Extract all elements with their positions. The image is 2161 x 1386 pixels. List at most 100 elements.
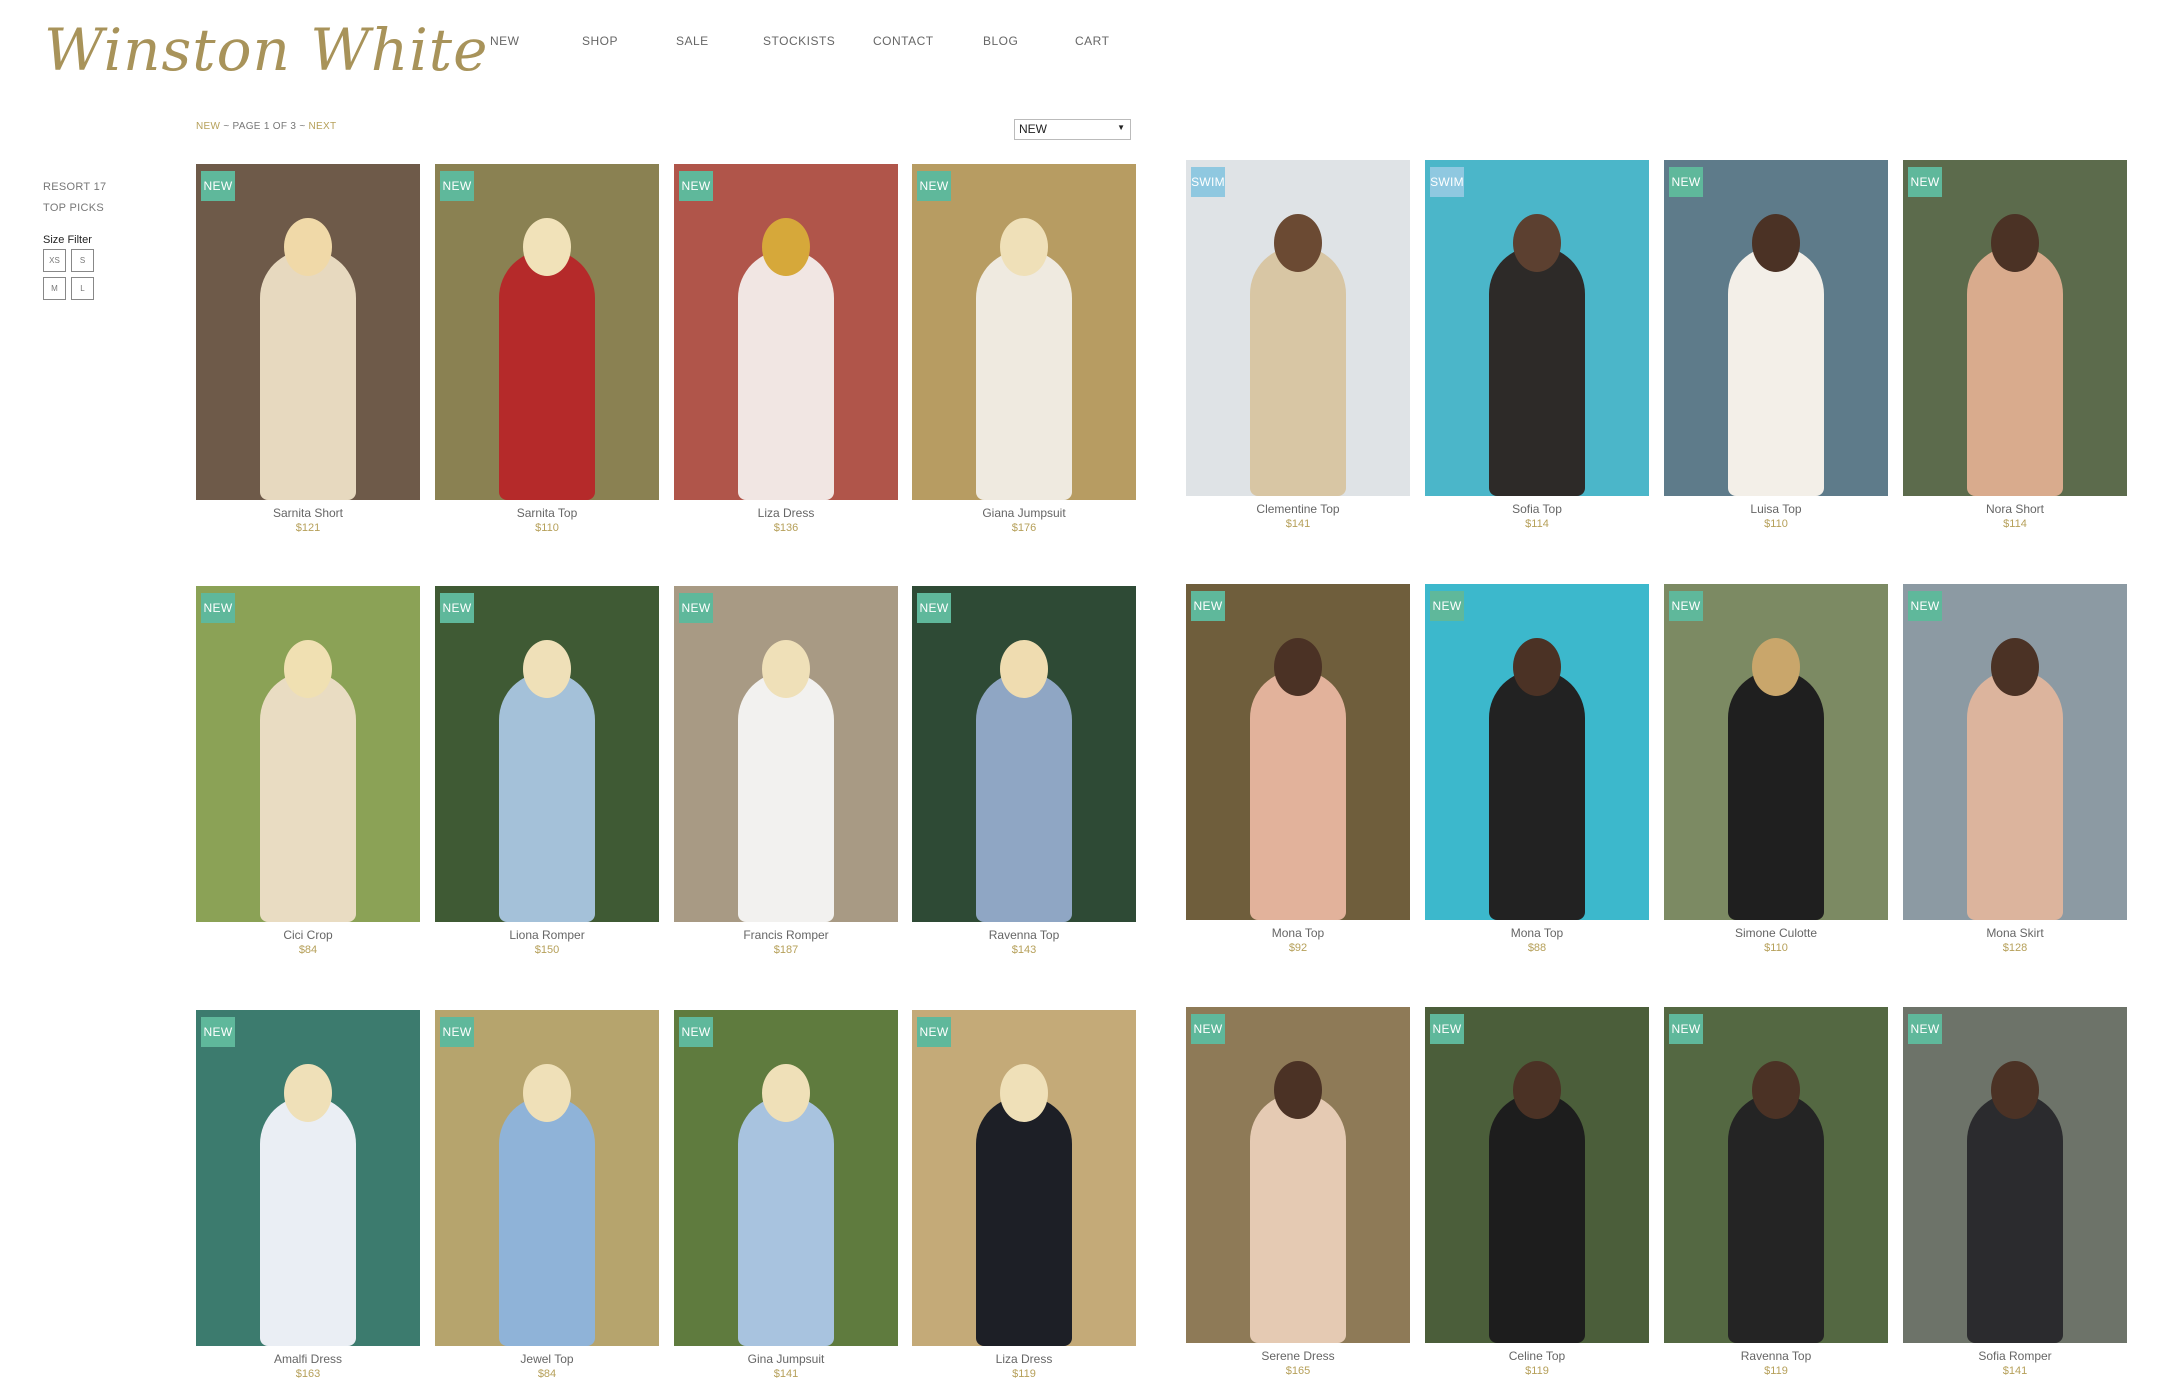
product-image-figure bbox=[976, 1096, 1072, 1346]
product-name[interactable]: Giana Jumpsuit bbox=[912, 506, 1136, 520]
product-card[interactable]: NEW Serene Dress $165 bbox=[1186, 1007, 1410, 1377]
sort-select[interactable]: NEW ▼ bbox=[1014, 119, 1131, 140]
product-image[interactable]: NEW bbox=[196, 1010, 420, 1346]
product-card[interactable]: NEW Ravenna Top $119 bbox=[1664, 1007, 1888, 1377]
product-image[interactable]: NEW bbox=[674, 586, 898, 922]
product-image[interactable]: NEW bbox=[435, 586, 659, 922]
product-image[interactable]: NEW bbox=[1186, 584, 1410, 920]
product-name[interactable]: Liza Dress bbox=[674, 506, 898, 520]
product-name[interactable]: Sofia Top bbox=[1425, 502, 1649, 516]
product-card[interactable]: NEW Mona Top $88 bbox=[1425, 584, 1649, 954]
product-card[interactable]: NEW Celine Top $119 bbox=[1425, 1007, 1649, 1377]
size-option-l[interactable]: L bbox=[71, 277, 94, 300]
product-card[interactable]: NEW Giana Jumpsuit $176 bbox=[912, 164, 1136, 534]
product-image[interactable]: SWIM bbox=[1425, 160, 1649, 496]
product-card[interactable]: NEW Mona Top $92 bbox=[1186, 584, 1410, 954]
nav-shop[interactable]: SHOP bbox=[582, 34, 618, 48]
product-card[interactable]: SWIM Sofia Top $114 bbox=[1425, 160, 1649, 530]
product-image-figure bbox=[260, 1096, 356, 1346]
product-price: $141 bbox=[1285, 518, 1311, 530]
product-image[interactable]: NEW bbox=[674, 164, 898, 500]
nav-cart[interactable]: CART bbox=[1075, 34, 1109, 48]
product-image[interactable]: SWIM bbox=[1186, 160, 1410, 496]
product-image[interactable]: NEW bbox=[1664, 160, 1888, 496]
nav-blog[interactable]: BLOG bbox=[983, 34, 1018, 48]
product-name[interactable]: Ravenna Top bbox=[912, 928, 1136, 942]
product-badge: NEW bbox=[917, 593, 951, 623]
product-card[interactable]: NEW Nora Short $114 bbox=[1903, 160, 2127, 530]
product-image[interactable]: NEW bbox=[912, 586, 1136, 922]
nav-stockists[interactable]: STOCKISTS bbox=[763, 34, 835, 48]
size-option-m[interactable]: M bbox=[43, 277, 66, 300]
product-name[interactable]: Clementine Top bbox=[1186, 502, 1410, 516]
size-option-xs[interactable]: XS bbox=[43, 249, 66, 272]
product-image[interactable]: NEW bbox=[1425, 1007, 1649, 1343]
product-card[interactable]: NEW Ravenna Top $143 bbox=[912, 586, 1136, 956]
product-card[interactable]: NEW Amalfi Dress $163 bbox=[196, 1010, 420, 1380]
product-image[interactable]: NEW bbox=[1903, 584, 2127, 920]
product-name[interactable]: Celine Top bbox=[1425, 1349, 1649, 1363]
product-card[interactable]: NEW Jewel Top $84 bbox=[435, 1010, 659, 1380]
product-name[interactable]: Serene Dress bbox=[1186, 1349, 1410, 1363]
product-card[interactable]: NEW Sarnita Short $121 bbox=[196, 164, 420, 534]
product-image-head bbox=[1000, 640, 1048, 698]
product-image[interactable]: NEW bbox=[1664, 584, 1888, 920]
sidebar-link-resort-17[interactable]: RESORT 17 bbox=[43, 177, 106, 198]
product-price: $141 bbox=[2002, 1365, 2028, 1377]
product-card[interactable]: NEW Sarnita Top $110 bbox=[435, 164, 659, 534]
product-name[interactable]: Liza Dress bbox=[912, 1352, 1136, 1366]
product-card[interactable]: NEW Liza Dress $136 bbox=[674, 164, 898, 534]
size-option-s[interactable]: S bbox=[71, 249, 94, 272]
product-card[interactable]: NEW Cici Crop $84 bbox=[196, 586, 420, 956]
product-image-figure bbox=[976, 672, 1072, 922]
product-image-head bbox=[1752, 214, 1800, 272]
product-name[interactable]: Simone Culotte bbox=[1664, 926, 1888, 940]
product-name[interactable]: Mona Top bbox=[1425, 926, 1649, 940]
pager-next-link[interactable]: NEXT bbox=[309, 121, 337, 132]
product-name[interactable]: Nora Short bbox=[1903, 502, 2127, 516]
product-name[interactable]: Sarnita Top bbox=[435, 506, 659, 520]
product-card[interactable]: NEW Liza Dress $119 bbox=[912, 1010, 1136, 1380]
product-image[interactable]: NEW bbox=[1664, 1007, 1888, 1343]
nav-sale[interactable]: SALE bbox=[676, 34, 709, 48]
product-image[interactable]: NEW bbox=[435, 1010, 659, 1346]
product-card[interactable]: NEW Simone Culotte $110 bbox=[1664, 584, 1888, 954]
brand-logo[interactable]: Winston White bbox=[44, 10, 487, 90]
product-name[interactable]: Jewel Top bbox=[435, 1352, 659, 1366]
product-image[interactable]: NEW bbox=[1903, 160, 2127, 496]
product-image[interactable]: NEW bbox=[196, 164, 420, 500]
product-image[interactable]: NEW bbox=[1186, 1007, 1410, 1343]
product-image[interactable]: NEW bbox=[1425, 584, 1649, 920]
product-name[interactable]: Luisa Top bbox=[1664, 502, 1888, 516]
product-name[interactable]: Liona Romper bbox=[435, 928, 659, 942]
product-image-head bbox=[1513, 214, 1561, 272]
product-name[interactable]: Ravenna Top bbox=[1664, 1349, 1888, 1363]
product-card[interactable]: NEW Mona Skirt $128 bbox=[1903, 584, 2127, 954]
product-price: $84 bbox=[298, 944, 318, 956]
product-image[interactable]: NEW bbox=[1903, 1007, 2127, 1343]
product-image[interactable]: NEW bbox=[674, 1010, 898, 1346]
sidebar-link-top-picks[interactable]: TOP PICKS bbox=[43, 198, 106, 219]
product-image[interactable]: NEW bbox=[435, 164, 659, 500]
product-card[interactable]: NEW Gina Jumpsuit $141 bbox=[674, 1010, 898, 1380]
product-name[interactable]: Mona Top bbox=[1186, 926, 1410, 940]
product-name[interactable]: Francis Romper bbox=[674, 928, 898, 942]
product-name[interactable]: Cici Crop bbox=[196, 928, 420, 942]
nav-contact[interactable]: CONTACT bbox=[873, 34, 934, 48]
product-card[interactable]: NEW Sofia Romper $141 bbox=[1903, 1007, 2127, 1377]
nav-new[interactable]: NEW bbox=[490, 34, 520, 48]
product-name[interactable]: Mona Skirt bbox=[1903, 926, 2127, 940]
product-card[interactable]: NEW Francis Romper $187 bbox=[674, 586, 898, 956]
product-name[interactable]: Sofia Romper bbox=[1903, 1349, 2127, 1363]
product-card[interactable]: SWIM Clementine Top $141 bbox=[1186, 160, 1410, 530]
product-card[interactable]: NEW Luisa Top $110 bbox=[1664, 160, 1888, 530]
product-name[interactable]: Sarnita Short bbox=[196, 506, 420, 520]
product-image[interactable]: NEW bbox=[196, 586, 420, 922]
sort-selected-value: NEW bbox=[1019, 122, 1047, 136]
product-name[interactable]: Gina Jumpsuit bbox=[674, 1352, 898, 1366]
product-image[interactable]: NEW bbox=[912, 164, 1136, 500]
product-card[interactable]: NEW Liona Romper $150 bbox=[435, 586, 659, 956]
pager-new-link[interactable]: NEW bbox=[196, 121, 220, 132]
product-name[interactable]: Amalfi Dress bbox=[196, 1352, 420, 1366]
product-image[interactable]: NEW bbox=[912, 1010, 1136, 1346]
